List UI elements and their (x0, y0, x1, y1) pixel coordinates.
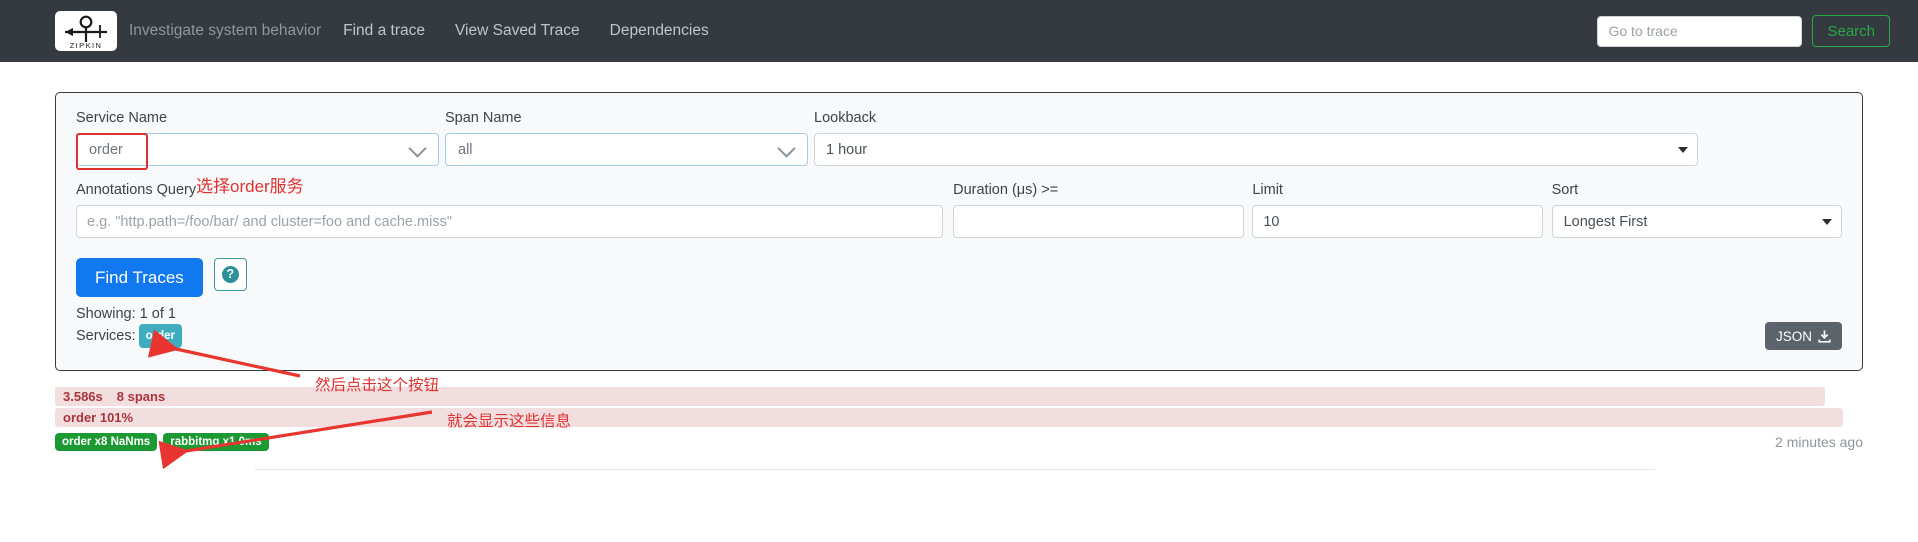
nav-link-find-a-trace[interactable]: Find a trace (343, 22, 425, 40)
search-button[interactable]: Search (1812, 15, 1890, 47)
brand-group[interactable]: ZIPKIN Investigate system behavior (55, 11, 321, 51)
trace-row[interactable]: 3.586s 8 spans order 101% order x8 NaNms … (55, 387, 1863, 470)
service-chip[interactable]: order (138, 324, 183, 348)
trace-service-chips: order x8 NaNms rabbitmq x1 0ms 2 minutes… (55, 433, 1863, 451)
span-name-label: Span Name (445, 110, 522, 126)
service-name-label: Service Name (76, 110, 168, 126)
chevron-down-icon (408, 138, 427, 158)
search-actions: Find Traces ? (76, 258, 1842, 297)
sort-select[interactable]: Longest First (1551, 205, 1842, 238)
field-service-name: Service Name order (76, 110, 439, 170)
service-span-chip-order[interactable]: order x8 NaNms (55, 433, 158, 451)
limit-input[interactable] (1252, 205, 1543, 238)
help-button[interactable]: ? (213, 258, 247, 291)
field-sort: Sort Longest First (1551, 182, 1842, 238)
trace-duration: 3.586s (63, 389, 103, 404)
trace-results: 3.586s 8 spans order 101% order x8 NaNms … (0, 387, 1918, 470)
search-row-1: Service Name order Span Name all Lookbac… (76, 110, 1842, 170)
json-download-button[interactable]: JSON (1764, 322, 1842, 350)
chevron-down-icon (777, 138, 796, 158)
zipkin-logo[interactable]: ZIPKIN (55, 11, 117, 51)
service-name-value: order (89, 141, 123, 158)
duration-input[interactable] (953, 205, 1244, 238)
duration-label: Duration (μs) >= (953, 182, 1059, 198)
json-button-label: JSON (1775, 328, 1812, 344)
navbar-search-group: Search (1597, 15, 1890, 47)
page-body: Service Name order Span Name all Lookbac… (0, 62, 1918, 371)
zipkin-logo-text: ZIPKIN (70, 41, 103, 50)
sort-label: Sort (1551, 182, 1579, 198)
brand-tagline: Investigate system behavior (129, 22, 322, 39)
field-limit: Limit (1252, 182, 1543, 238)
trace-service-percent: order 101% (63, 410, 134, 425)
nav-links: Find a trace View Saved Trace Dependenci… (343, 22, 739, 40)
trace-divider (255, 469, 1655, 470)
limit-label: Limit (1252, 182, 1283, 198)
question-mark-icon: ? (221, 266, 239, 283)
search-row-2: Annotations Query Duration (μs) >= Limit… (76, 182, 1842, 238)
annotations-query-label: Annotations Query (76, 182, 197, 198)
field-duration: Duration (μs) >= (953, 182, 1244, 238)
lookback-label: Lookback (814, 110, 877, 126)
services-label: Services: (76, 328, 136, 344)
field-annotations-query: Annotations Query (76, 182, 944, 238)
caret-down-icon (1821, 218, 1832, 225)
annotations-query-input[interactable] (76, 205, 944, 238)
service-span-chip-rabbitmq[interactable]: rabbitmq x1 0ms (163, 433, 269, 451)
find-traces-button[interactable]: Find Traces (76, 258, 203, 297)
search-panel: Service Name order Span Name all Lookbac… (55, 92, 1863, 371)
download-icon (1818, 330, 1831, 343)
showing-count: Showing: 1 of 1 (76, 306, 176, 322)
lookback-select[interactable]: 1 hour (814, 133, 1698, 166)
nav-link-view-saved-trace[interactable]: View Saved Trace (455, 22, 580, 40)
caret-down-icon (1678, 146, 1688, 153)
go-to-trace-input[interactable] (1597, 15, 1803, 47)
services-line: Services: order (76, 324, 1842, 348)
trace-service-bar[interactable]: order 101% (55, 408, 1843, 427)
sort-value: Longest First (1563, 213, 1648, 230)
service-name-select[interactable]: order (76, 133, 439, 170)
field-lookback: Lookback 1 hour (814, 110, 1698, 166)
trace-timestamp: 2 minutes ago (1775, 434, 1863, 450)
trace-duration-text: 3.586s 8 spans (63, 389, 165, 404)
field-span-name: Span Name all (445, 110, 808, 166)
search-summary: Showing: 1 of 1 Services: order (76, 304, 1842, 348)
navbar: ZIPKIN Investigate system behavior Find … (0, 0, 1918, 62)
trace-duration-bar[interactable]: 3.586s 8 spans (55, 387, 1825, 406)
nav-link-dependencies[interactable]: Dependencies (610, 22, 709, 40)
span-name-value: all (458, 141, 473, 158)
trace-span-count: 8 spans (116, 389, 166, 404)
lookback-value: 1 hour (826, 141, 868, 158)
span-name-select[interactable]: all (445, 133, 808, 166)
